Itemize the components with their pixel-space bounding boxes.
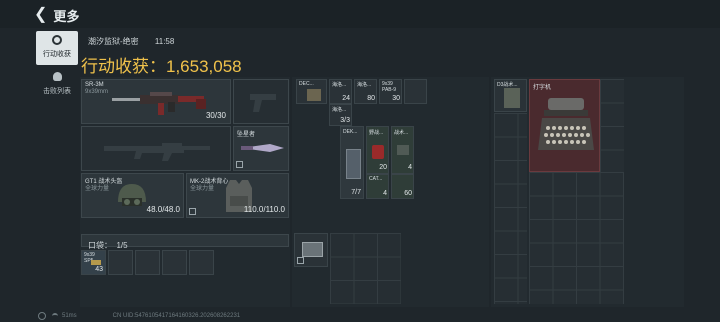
armor-durability: 110.0/110.0: [243, 205, 285, 214]
backpack-item-0[interactable]: D3战术...: [494, 79, 527, 112]
rig-item-count: 4: [383, 190, 387, 197]
settings-icon: [38, 312, 46, 320]
rig-item-6[interactable]: 野战... 20: [366, 126, 389, 174]
rifle-silhouette-icon: [104, 143, 210, 161]
device-icon: [302, 242, 323, 257]
vest-icon: [504, 88, 520, 108]
sidebar-item-label: 击败列表: [43, 88, 71, 95]
skull-icon: [52, 72, 62, 81]
weapon-caliber: 9x39mm: [85, 89, 109, 95]
map-name: 潮汐监狱-绝密: [88, 37, 139, 46]
rig-item-count: 3/3: [340, 117, 350, 124]
armor-slot[interactable]: MK-2战术背心 全球力量 110.0/110.0: [186, 173, 289, 218]
rig-item-3[interactable]: 9x39 PAB-9 30: [379, 79, 402, 104]
device-icon: [307, 89, 321, 101]
sidebar-item-harvest[interactable]: 行动收获: [36, 31, 78, 65]
pocket-slot-3[interactable]: [135, 250, 160, 275]
helmet-slot[interactable]: GT1 战术头盔 全球力量 48.0/48.0: [81, 173, 184, 218]
ammo-count: 30/30: [205, 111, 226, 120]
tag-icon: [236, 161, 243, 168]
rig-item-count: 20: [379, 164, 387, 171]
pouch-icon: [397, 145, 409, 155]
pocket-header: 口袋： 1/5: [81, 234, 289, 250]
top-bar: [0, 0, 720, 28]
match-info: 潮汐监狱-绝密 11:58: [88, 36, 174, 47]
helmet-icon: [118, 184, 146, 206]
secondary-weapon-slot[interactable]: [233, 79, 289, 124]
back-button[interactable]: ❮ 更多: [34, 6, 79, 24]
pocket-count: 1/5: [116, 241, 128, 250]
helmet-durability: 48.0/48.0: [146, 205, 180, 214]
pocket-slot-2[interactable]: [108, 250, 133, 275]
rig-item-5[interactable]: DEK... 7/7: [340, 126, 364, 199]
rig-item-1[interactable]: 海洛... 24: [329, 79, 352, 104]
rig-item-name: 野战...: [369, 130, 384, 136]
ping-text: 51ms: [62, 313, 77, 319]
secondary-rifle-slot[interactable]: [81, 126, 231, 171]
armor-sub: 全球力量: [190, 186, 215, 192]
rig-item-9[interactable]: 60: [391, 174, 414, 199]
rig-item-count: 7/7: [351, 189, 361, 196]
rig-lower-grid[interactable]: [330, 233, 401, 304]
backpack-grid-right[interactable]: [600, 79, 624, 172]
rig-item-count: 4: [408, 164, 412, 171]
primary-weapon-slot[interactable]: SR-3M 9x39mm 30/30: [81, 79, 231, 124]
rig-item-4[interactable]: 海洛... 3/3: [329, 104, 352, 126]
rig-item-2[interactable]: 海洛... 80: [354, 79, 377, 104]
pocket-slot-5[interactable]: [189, 250, 214, 275]
weapon-name: SR-3M: [85, 82, 104, 88]
rig-item-count: 80: [367, 95, 375, 102]
rig-item-0[interactable]: DEC...: [296, 79, 327, 104]
rig-item-name: 海洛...: [332, 82, 347, 88]
case-icon: [346, 149, 361, 179]
pistol-icon: [250, 94, 276, 112]
rig-item-name: DEC...: [299, 81, 314, 87]
harvest-value: 行动收获：1,653,058: [81, 57, 242, 76]
rig-item-8[interactable]: CAT... 4: [366, 174, 389, 199]
rig-item-count: 30: [392, 95, 400, 102]
melee-name: 坠星者: [237, 132, 256, 138]
rig-item-7[interactable]: 战术... 4: [391, 126, 414, 174]
rig-item-count: 60: [404, 190, 412, 197]
backpack-item-name: D3战术...: [497, 82, 518, 88]
ammo-icon: [91, 260, 101, 265]
rig-item-name: 战术...: [394, 130, 409, 136]
rig-item-sub: PAB-9: [382, 87, 397, 93]
melee-slot[interactable]: 坠星者: [233, 126, 289, 171]
pocket-slot-4[interactable]: [162, 250, 187, 275]
rig-item-name: DEK...: [343, 129, 358, 135]
page-title: 更多: [53, 8, 80, 24]
typewriter-icon: [538, 98, 594, 150]
pocket-item-count: 43: [95, 266, 103, 273]
target-icon: [52, 35, 62, 45]
rifle-icon: [112, 92, 206, 115]
footer: 51ms CN UID:5476105417164160326.20260826…: [0, 310, 720, 322]
rig-item-name: CAT...: [369, 176, 383, 182]
backpack-item-name: 打字机: [533, 85, 552, 91]
wifi-icon: [52, 313, 58, 319]
tag-icon: [297, 257, 304, 264]
sidebar-item-kills[interactable]: 击败列表: [36, 68, 78, 102]
rig-item-name: 海洛...: [357, 82, 372, 88]
rig-item-name: 海洛...: [332, 107, 347, 113]
rig-lower-item[interactable]: [294, 233, 328, 267]
knife-icon: [241, 144, 284, 152]
backpack-grid-bottom[interactable]: [529, 172, 624, 304]
tag-icon: [189, 208, 196, 215]
sidebar-item-label: 行动收获: [43, 51, 71, 58]
helmet-sub: 全球力量: [85, 186, 110, 192]
rig-slot-empty-a[interactable]: [404, 79, 427, 104]
backpack-grid[interactable]: [494, 113, 527, 304]
backpack-item-1[interactable]: 打字机: [529, 79, 600, 172]
uid-text: CN UID:5476105417164160326.202608262231: [112, 313, 241, 319]
chevron-left-icon: ❮: [34, 6, 48, 23]
medkit-icon: [372, 145, 384, 159]
pocket-slot-1[interactable]: 9x39 SP5 43: [81, 250, 106, 275]
rig-item-count: 24: [342, 95, 350, 102]
pocket-label: 口袋：: [88, 241, 112, 250]
match-time: 11:58: [154, 37, 175, 46]
